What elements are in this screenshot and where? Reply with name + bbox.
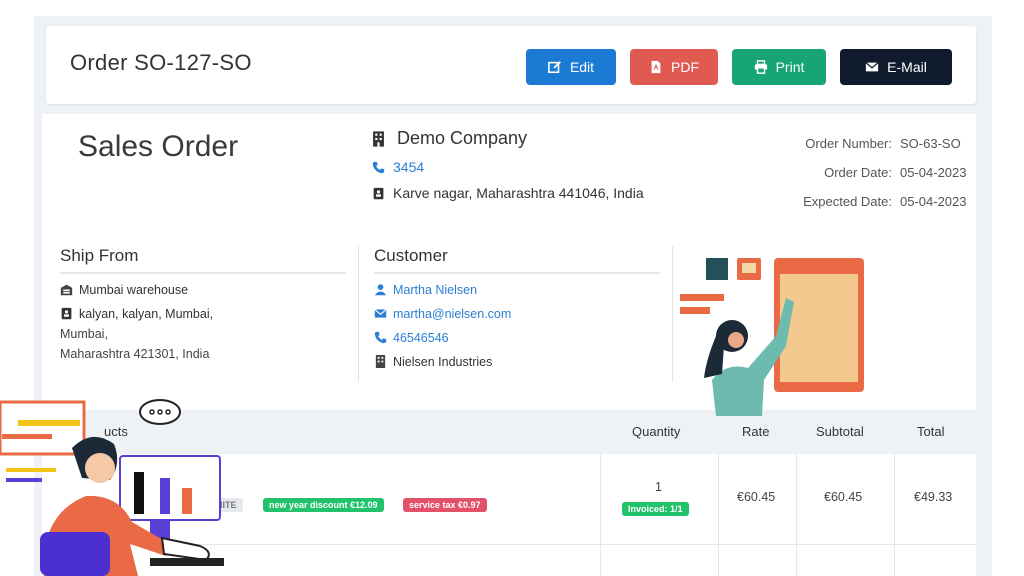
tax-badge: service tax €0.97 xyxy=(403,498,487,512)
subtotal-value: €60.45 xyxy=(824,490,863,504)
meta-value: 05-04-2023 xyxy=(900,194,967,209)
worker-illustration xyxy=(0,399,224,576)
subtotal-column-header: Subtotal xyxy=(816,424,864,439)
warehouse-icon xyxy=(60,284,73,296)
address-card-icon xyxy=(373,187,384,199)
customer-name-link[interactable]: Martha Nielsen xyxy=(393,280,477,300)
order-meta: Order Number: SO-63-SO Order Date: 05-04… xyxy=(803,136,968,223)
chart-bar xyxy=(160,478,170,514)
divider xyxy=(718,454,719,576)
envelope-icon xyxy=(865,62,879,72)
ship-from-section: Ship From Mumbai warehouse kalyan, kalya… xyxy=(60,246,346,364)
ship-from-address-line1: kalyan, kalyan, Mumbai, xyxy=(79,307,214,321)
quantity-column-header: Quantity xyxy=(632,424,681,439)
decor-window xyxy=(0,400,86,456)
total-value: €49.33 xyxy=(914,490,953,504)
edit-label: Edit xyxy=(569,59,595,75)
meta-label: Expected Date: xyxy=(803,194,892,209)
meta-label: Order Number: xyxy=(805,136,892,151)
rate-column-header: Rate xyxy=(742,424,770,439)
order-date-row: Order Date: 05-04-2023 xyxy=(803,165,968,194)
user-icon xyxy=(374,284,387,296)
company-name: Demo Company xyxy=(397,128,528,148)
pdf-file-icon xyxy=(651,60,661,74)
document-title: Sales Order xyxy=(78,130,239,163)
chart-bar xyxy=(134,472,144,514)
discount-badge: new year discount €12.09 xyxy=(263,498,384,512)
chair xyxy=(40,532,110,576)
phone-icon xyxy=(374,331,387,344)
meta-value: 05-04-2023 xyxy=(900,165,967,180)
email-button[interactable]: E-Mail xyxy=(840,49,952,85)
divider xyxy=(358,246,359,382)
phone-icon xyxy=(372,161,385,173)
invoiced-badge: Invoiced: 1/1 xyxy=(622,502,689,516)
address-card-icon xyxy=(61,307,72,320)
print-button[interactable]: Print xyxy=(732,49,826,85)
company-address: Karve nagar, Maharashtra 441046, India xyxy=(393,185,644,201)
keyboard xyxy=(150,558,224,566)
print-label: Print xyxy=(775,59,805,75)
ship-from-title: Ship From xyxy=(60,246,346,274)
customer-title: Customer xyxy=(374,246,660,274)
company-info: Demo Company 3454 Karve nagar, Maharasht… xyxy=(372,128,644,201)
customer-section: Customer Martha Nielsen martha@nielsen.c… xyxy=(374,246,660,372)
decor-square xyxy=(706,258,728,280)
divider xyxy=(672,246,673,382)
edit-icon xyxy=(548,61,561,74)
ship-from-address-line3: Maharashtra 421301, India xyxy=(60,347,210,361)
printer-icon xyxy=(754,60,767,74)
edit-button[interactable]: Edit xyxy=(526,49,616,85)
divider xyxy=(796,454,797,576)
building-icon xyxy=(375,355,386,368)
ship-from-address-line2: Mumbai, xyxy=(60,327,108,341)
hand xyxy=(160,536,210,562)
order-number-row: Order Number: SO-63-SO xyxy=(803,136,968,165)
quantity-value: 1 xyxy=(655,480,662,494)
divider xyxy=(600,454,601,576)
divider xyxy=(894,454,895,576)
customer-company: Nielsen Industries xyxy=(393,355,493,369)
warehouse-name: Mumbai warehouse xyxy=(79,283,189,297)
pdf-button[interactable]: PDF xyxy=(630,49,718,85)
speech-bubble-icon xyxy=(139,399,181,425)
meta-label: Order Date: xyxy=(824,165,892,180)
rate-value: €60.45 xyxy=(737,490,776,504)
page-title: Order SO-127-SO xyxy=(70,50,252,75)
presenter-illustration xyxy=(680,258,864,416)
meta-value: SO-63-SO xyxy=(900,136,961,151)
pdf-label: PDF xyxy=(671,59,699,75)
customer-phone-link[interactable]: 46546546 xyxy=(393,328,449,348)
chart-bar xyxy=(182,488,192,514)
company-phone-link[interactable]: 3454 xyxy=(393,159,424,175)
email-label: E-Mail xyxy=(887,59,927,75)
envelope-icon xyxy=(374,309,387,318)
expected-date-row: Expected Date: 05-04-2023 xyxy=(803,194,968,223)
order-header: Order SO-127-SO Edit PDF Print E-Mail xyxy=(46,26,976,104)
person-head xyxy=(85,453,115,483)
total-column-header: Total xyxy=(917,424,945,439)
building-icon xyxy=(373,130,384,147)
customer-email-link[interactable]: martha@nielsen.com xyxy=(393,304,511,324)
